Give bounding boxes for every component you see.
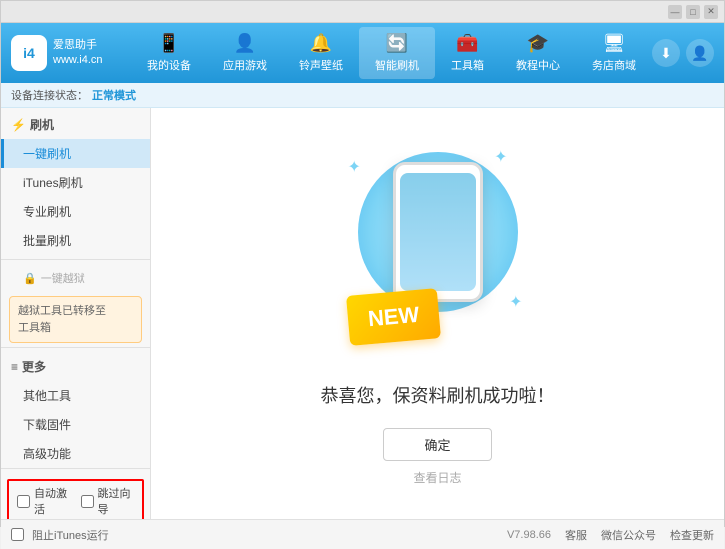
ringtone-icon: 🔔 [310,33,332,54]
phone-illustration: NEW ✦ ✦ ✦ [338,142,538,362]
sparkle-icon-2: ✦ [494,147,507,167]
block-itunes-label: 阻止iTunes运行 [32,527,109,543]
apps-icon: 👤 [234,33,256,54]
download-button[interactable]: ⬇ [652,39,680,67]
more-group-header: ≡ 更多 [1,352,150,381]
tab-toolbox[interactable]: 🧰 工具箱 [435,27,500,79]
sidebar-notice: 越狱工具已转移至 工具箱 [9,296,142,343]
nav-tabs: 📱 我的设备 👤 应用游戏 🔔 铃声壁纸 🔄 智能刷机 🧰 工具箱 🎓 [131,27,652,79]
check-update-link[interactable]: 检查更新 [670,527,714,543]
sidebar-item-pro-flash[interactable]: 专业刷机 [1,197,150,226]
main-layout: ⚡ 刷机 一键刷机 iTunes刷机 专业刷机 批量刷机 🔒 一键越狱 越狱工具 [1,108,724,519]
more-group-icon: ≡ [11,360,18,374]
sidebar-divider-2 [1,347,150,348]
device-checkbox-row: 自动激活 跳过向导 [7,479,144,519]
logo-text: 爱思助手 www.i4.cn [53,38,103,69]
sparkle-icon-1: ✦ [348,157,361,177]
success-text: 恭喜您，保资料刷机成功啦！ [321,382,555,408]
wechat-public-link[interactable]: 微信公众号 [601,527,656,543]
tab-ringtone[interactable]: 🔔 铃声壁纸 [283,27,359,79]
sidebar: ⚡ 刷机 一键刷机 iTunes刷机 专业刷机 批量刷机 🔒 一键越狱 越狱工具 [1,108,151,519]
customer-service-link[interactable]: 客服 [565,527,587,543]
auto-activate-checkbox[interactable] [17,495,30,508]
footer-version: V7.98.66 [507,529,551,541]
logo-icon: i4 [11,35,47,71]
title-bar: — □ ✕ [1,1,724,23]
toolbox-icon: 🧰 [456,33,478,54]
window-frame: — □ ✕ i4 爱思助手 www.i4.cn 📱 我的设备 👤 应用游戏 [0,0,725,527]
tab-apps[interactable]: 👤 应用游戏 [207,27,283,79]
flash-group-icon: ⚡ [11,118,26,132]
sidebar-divider-1 [1,259,150,260]
tab-tutorial[interactable]: 🎓 教程中心 [500,27,576,79]
business-icon: 🖥 [603,33,626,54]
device-section: 自动激活 跳过向导 📱 iPhone 15 Pro Max 512GB iPho… [1,468,150,519]
close-button[interactable]: ✕ [704,5,718,19]
status-mode: 正常模式 [92,87,136,103]
content-area: NEW ✦ ✦ ✦ 恭喜您，保资料刷机成功啦！ 确定 查看日志 [151,108,724,519]
confirm-button[interactable]: 确定 [383,428,491,461]
auto-activate-label: 自动激活 [34,485,71,517]
tab-smart-flash[interactable]: 🔄 智能刷机 [359,27,435,79]
lock-icon: 🔒 [23,272,37,285]
sidebar-item-download-firmware[interactable]: 下载固件 [1,410,150,439]
status-bar: 设备连接状态： 正常模式 [1,83,724,108]
sidebar-item-itunes-flash[interactable]: iTunes刷机 [1,168,150,197]
block-itunes-checkbox[interactable] [11,528,24,541]
skip-guide-checkbox[interactable] [81,495,94,508]
maximize-button[interactable]: □ [686,5,700,19]
sidebar-item-one-key-flash[interactable]: 一键刷机 [1,139,150,168]
phone-screen [400,173,476,291]
skip-guide-label: 跳过向导 [98,485,135,517]
header: i4 爱思助手 www.i4.cn 📱 我的设备 👤 应用游戏 🔔 铃声壁纸 🔄 [1,23,724,83]
smart-flash-icon: 🔄 [386,33,408,54]
my-device-icon: 📱 [158,33,180,54]
sidebar-item-batch-flash[interactable]: 批量刷机 [1,226,150,255]
tab-my-device[interactable]: 📱 我的设备 [131,27,207,79]
phone-body [393,162,483,302]
user-button[interactable]: 👤 [686,39,714,67]
footer-links: 客服 微信公众号 检查更新 [565,527,714,543]
view-log-link[interactable]: 查看日志 [413,469,461,486]
sparkle-icon-3: ✦ [509,292,522,312]
header-actions: ⬇ 👤 [652,39,714,67]
footer: 阻止iTunes运行 V7.98.66 客服 微信公众号 检查更新 [1,519,724,549]
tab-business[interactable]: 🖥 务店商域 [576,27,652,79]
sidebar-item-advanced[interactable]: 高级功能 [1,439,150,468]
sidebar-item-other-tools[interactable]: 其他工具 [1,381,150,410]
minimize-button[interactable]: — [668,5,682,19]
flash-group-header: ⚡ 刷机 [1,110,150,139]
sidebar-item-jailbreak: 🔒 一键越狱 [1,264,150,292]
new-badge: NEW [345,288,440,346]
logo-area: i4 爱思助手 www.i4.cn [11,35,131,71]
tutorial-icon: 🎓 [527,33,549,54]
